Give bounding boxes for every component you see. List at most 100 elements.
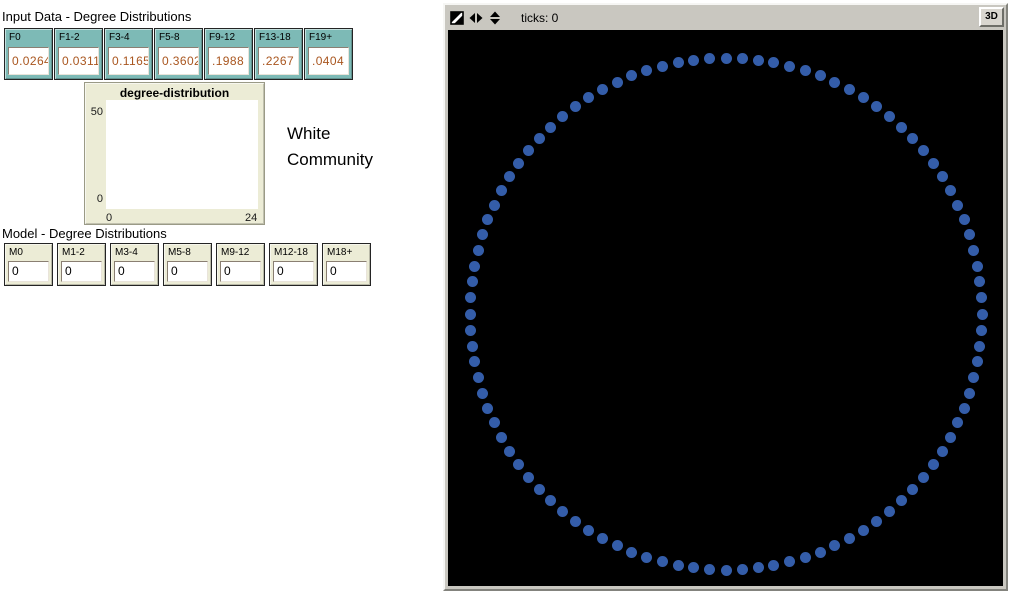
agent-node (466, 276, 478, 288)
agent-ring (448, 30, 1003, 586)
agent-node (656, 556, 668, 568)
monitor-value: 0 (61, 261, 102, 282)
agent-node (469, 260, 481, 272)
monitor-f9-12: F9-12 .1988 (204, 28, 253, 80)
agent-node (927, 458, 939, 470)
plot-canvas (106, 100, 258, 209)
agent-node (656, 60, 668, 72)
view-topbar: ticks: 0 3D (445, 5, 1006, 30)
agent-node (513, 458, 525, 470)
agent-node (784, 60, 796, 72)
monitor-m0: M0 0 (4, 243, 53, 286)
agent-node (597, 84, 609, 96)
agent-node (672, 57, 684, 69)
agent-node (944, 431, 956, 443)
monitor-value: .1988 (208, 47, 249, 75)
agent-node (513, 158, 525, 170)
agent-node (477, 229, 489, 241)
x-axis-max-label: 24 (245, 212, 258, 224)
agent-node (883, 111, 895, 123)
monitor-f3-4: F3-4 0.1165 (104, 28, 153, 80)
agent-node (688, 562, 700, 574)
agent-node (704, 563, 716, 575)
agent-node (704, 53, 716, 64)
netlogo-interface: Input Data - Degree Distributions F0 0.0… (0, 0, 1013, 599)
monitor-m1-2: M1-2 0 (57, 243, 106, 286)
monitor-f19plus: F19+ .0404 (304, 28, 353, 80)
model-monitor-row: M0 0 M1-2 0 M3-4 0 M5-8 0 M9-12 0 M12-18… (4, 243, 375, 286)
agent-node (907, 483, 919, 495)
agent-node (466, 340, 478, 352)
agent-node (952, 417, 964, 429)
ticks-counter: ticks: 0 (521, 10, 559, 25)
agent-node (936, 171, 948, 183)
monitor-value: 0 (114, 261, 155, 282)
agent-node (814, 70, 826, 82)
agent-node (870, 101, 882, 113)
agent-node (557, 505, 569, 517)
agent-node (523, 145, 535, 157)
community-annotation: White Community (287, 124, 373, 169)
agent-node (736, 563, 748, 575)
agent-node (799, 65, 811, 77)
agent-node (752, 562, 764, 574)
y-axis-min-label: 0 (96, 193, 103, 205)
agent-node (799, 551, 811, 563)
horizontal-arrows-icon[interactable] (469, 11, 483, 25)
monitor-value: .2267 (258, 47, 299, 75)
agent-node (958, 214, 970, 226)
monitor-m12-18: M12-18 0 (269, 243, 318, 286)
agent-node (465, 292, 476, 304)
contrast-square-icon[interactable] (450, 10, 464, 25)
agent-node (895, 121, 907, 133)
agent-node (975, 324, 987, 336)
agent-node (496, 431, 508, 443)
agent-node (464, 308, 476, 320)
agent-node (752, 54, 764, 66)
agent-node (971, 260, 983, 272)
world-canvas[interactable] (448, 30, 1003, 586)
monitor-m5-8: M5-8 0 (163, 243, 212, 286)
agent-node (883, 505, 895, 517)
agent-node (843, 84, 855, 96)
agent-node (626, 70, 638, 82)
agent-node (611, 76, 623, 88)
agent-node (533, 133, 545, 145)
agent-node (523, 471, 535, 483)
agent-node (477, 387, 489, 399)
vertical-arrows-icon[interactable] (488, 11, 502, 25)
agent-node (857, 92, 869, 104)
input-section-title: Input Data - Degree Distributions (2, 9, 192, 24)
monitor-f1-2: F1-2 0.0311 (54, 28, 103, 80)
agent-node (557, 111, 569, 123)
view-3d-button[interactable]: 3D (979, 7, 1004, 27)
agent-node (488, 417, 500, 429)
agent-node (917, 471, 929, 483)
agent-node (472, 372, 484, 384)
agent-node (482, 214, 494, 226)
degree-distribution-plot: degree-distribution 50 0 0 24 (84, 82, 265, 225)
agent-node (936, 445, 948, 457)
agent-node (768, 559, 780, 571)
monitor-value: 0.0311 (58, 47, 99, 75)
agent-node (952, 199, 964, 211)
agent-node (583, 92, 595, 104)
monitor-m9-12: M9-12 0 (216, 243, 265, 286)
agent-node (611, 540, 623, 552)
agent-node (968, 244, 980, 256)
agent-node (976, 308, 988, 320)
agent-node (472, 244, 484, 256)
agent-node (545, 495, 557, 507)
monitor-value: 0.1165 (108, 47, 149, 75)
plot-title: degree-distribution (119, 86, 230, 100)
agent-node (870, 515, 882, 527)
agent-node (583, 524, 595, 536)
agent-node (533, 483, 545, 495)
monitor-m3-4: M3-4 0 (110, 243, 159, 286)
agent-node (504, 171, 516, 183)
agent-node (843, 532, 855, 544)
monitor-value: 0 (326, 261, 367, 282)
monitor-f5-8: F5-8 0.3602 (154, 28, 203, 80)
agent-node (545, 121, 557, 133)
agent-node (895, 495, 907, 507)
